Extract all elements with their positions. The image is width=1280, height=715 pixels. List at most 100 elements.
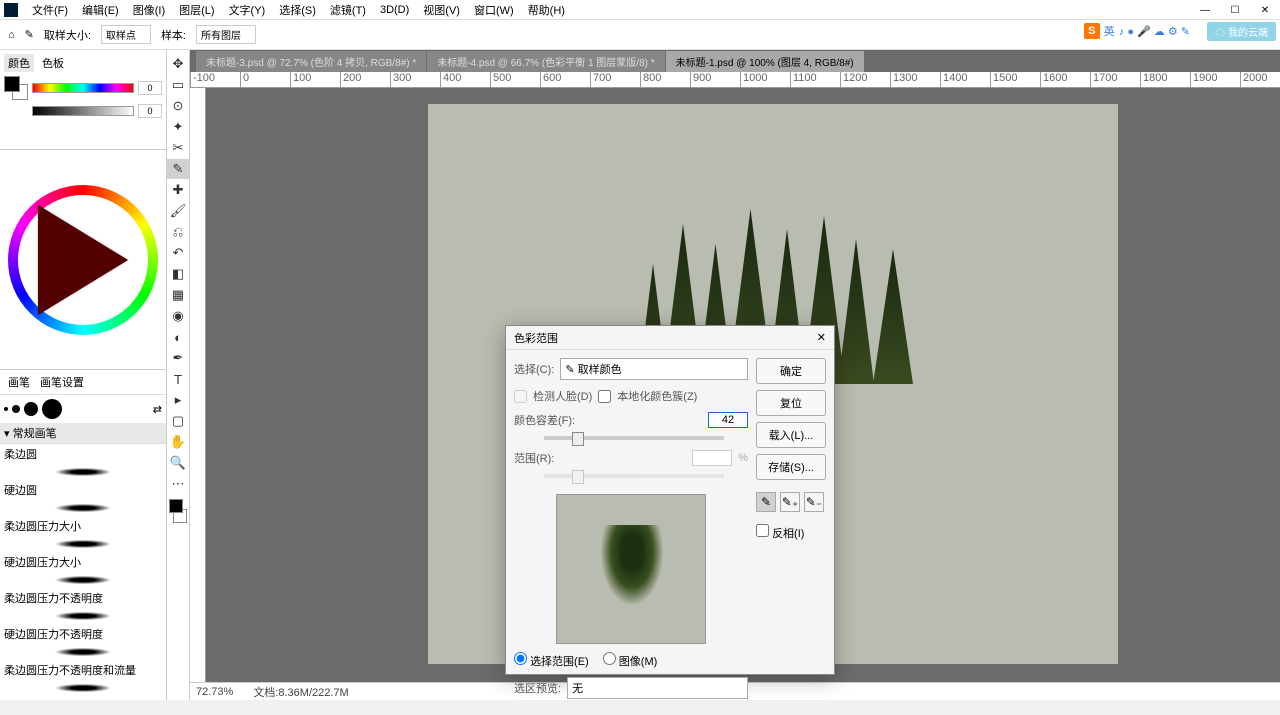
tool-strip: ✥ ▭ ⊙ ✦ ✂ ✎ ✚ 🖌 ⎌ ↶ ◧ ▦ ◉ ◐ ✒ T ▸ ▢ ✋ 🔍 … <box>167 50 190 700</box>
tab-brush-settings[interactable]: 画笔设置 <box>36 372 88 392</box>
invert-check[interactable]: 反相(I) <box>756 524 826 541</box>
tab-swatches[interactable]: 色板 <box>38 54 68 72</box>
doc-tab[interactable]: 未标题-1.psd @ 100% (图层 4, RGB/8#) <box>666 51 864 72</box>
path-select-tool[interactable]: ▸ <box>167 390 189 410</box>
brush-item[interactable]: 硬边圆压力不透明度和流量 <box>0 696 166 700</box>
menu-layer[interactable]: 图层(L) <box>173 0 220 20</box>
maximize-button[interactable]: ☐ <box>1220 0 1250 20</box>
document-tabs: 未标题-3.psd @ 72.7% (色阶 4 拷贝, RGB/8#) * 未标… <box>190 50 1280 72</box>
window-controls: — ☐ ✕ <box>1190 0 1280 20</box>
tab-brush[interactable]: 画笔 <box>4 372 34 392</box>
menu-type[interactable]: 文字(Y) <box>223 0 272 20</box>
select-dropdown[interactable]: ✎ 取样颜色 <box>560 358 748 380</box>
doc-tab[interactable]: 未标题-4.psd @ 66.7% (色彩平衡 1 图层蒙版/8) * <box>427 51 664 72</box>
sample-select[interactable]: 所有图层 <box>196 25 256 44</box>
color-panel: 颜色 色板 <box>0 50 166 150</box>
preview-image[interactable] <box>556 494 706 644</box>
hue-value[interactable] <box>138 81 162 95</box>
eyedropper-minus-icon[interactable]: ✎₋ <box>804 492 824 512</box>
ime-lang[interactable]: 英 <box>1104 23 1115 39</box>
menu-image[interactable]: 图像(I) <box>127 0 171 20</box>
brush-tool[interactable]: 🖌 <box>167 201 189 221</box>
menu-edit[interactable]: 编辑(E) <box>76 0 125 20</box>
close-button[interactable]: ✕ <box>1250 0 1280 20</box>
ime-icons[interactable]: ♪ ● 🎤 ☁ ⚙ ✎ <box>1119 25 1190 38</box>
menu-help[interactable]: 帮助(H) <box>522 0 571 20</box>
gradient-tool[interactable]: ▦ <box>167 285 189 305</box>
brightness-slider[interactable] <box>32 106 134 116</box>
color-wheel-panel[interactable] <box>0 150 166 370</box>
healing-tool[interactable]: ✚ <box>167 180 189 200</box>
marquee-tool[interactable]: ▭ <box>167 75 189 95</box>
brush-item[interactable]: 硬边圆压力大小 <box>0 552 166 572</box>
brush-list[interactable]: ▾ 常规画笔 柔边圆硬边圆柔边圆压力大小硬边圆压力大小柔边圆压力不透明度硬边圆压… <box>0 423 166 700</box>
brush-item[interactable]: 硬边圆 <box>0 480 166 500</box>
zoom-tool[interactable]: 🔍 <box>167 453 189 473</box>
fuzziness-slider[interactable] <box>544 436 724 440</box>
zoom-level[interactable]: 72.73% <box>196 686 233 698</box>
brush-item[interactable]: 柔边圆压力大小 <box>0 516 166 536</box>
move-tool[interactable]: ✥ <box>167 54 189 74</box>
brush-item[interactable]: 柔边圆压力不透明度 <box>0 588 166 608</box>
lasso-tool[interactable]: ⊙ <box>167 96 189 116</box>
stamp-tool[interactable]: ⎌ <box>167 222 189 242</box>
detect-faces-label: 检测人脸(D) <box>533 388 592 404</box>
sample-size-select[interactable]: 取样点 <box>101 25 151 44</box>
eyedropper-icon[interactable]: ✎ <box>756 492 776 512</box>
edit-toolbar[interactable]: ⋯ <box>167 474 189 494</box>
ruler-horizontal: -100010020030040050060070080090010001100… <box>190 72 1280 88</box>
brush-group[interactable]: ▾ 常规画笔 <box>0 423 166 444</box>
brush-flip-icon[interactable]: ⇄ <box>153 403 162 416</box>
left-panels: 颜色 色板 画笔 画笔设置 <box>0 50 167 700</box>
load-button[interactable]: 载入(L)... <box>756 422 826 448</box>
radio-selection[interactable]: 选择范围(E) <box>514 652 589 669</box>
menu-3d[interactable]: 3D(D) <box>374 2 415 18</box>
brush-panel: 画笔 画笔设置 ⇄ ▾ 常规画笔 柔边圆硬边圆柔边圆压力大小硬边圆压力大小柔边圆… <box>0 370 166 700</box>
select-label: 选择(C): <box>514 361 554 377</box>
shape-tool[interactable]: ▢ <box>167 411 189 431</box>
eyedropper-tool[interactable]: ✎ <box>167 159 189 179</box>
tab-color[interactable]: 颜色 <box>4 54 34 72</box>
eraser-tool[interactable]: ◧ <box>167 264 189 284</box>
menu-file[interactable]: 文件(F) <box>26 0 74 20</box>
brush-item[interactable]: 柔边圆 <box>0 444 166 464</box>
ok-button[interactable]: 确定 <box>756 358 826 384</box>
eyedropper-plus-icon[interactable]: ✎₊ <box>780 492 800 512</box>
brightness-value[interactable] <box>138 104 162 118</box>
hand-tool[interactable]: ✋ <box>167 432 189 452</box>
pen-tool[interactable]: ✒ <box>167 348 189 368</box>
cancel-button[interactable]: 复位 <box>756 390 826 416</box>
hue-slider[interactable] <box>32 83 134 93</box>
crop-tool[interactable]: ✂ <box>167 138 189 158</box>
minimize-button[interactable]: — <box>1190 0 1220 20</box>
dialog-close-icon[interactable]: ✕ <box>817 331 826 344</box>
history-brush-tool[interactable]: ↶ <box>167 243 189 263</box>
localize-label: 本地化颜色簇(Z) <box>617 388 697 404</box>
radio-image[interactable]: 图像(M) <box>603 652 658 669</box>
menu-filter[interactable]: 滤镜(T) <box>324 0 372 20</box>
home-icon[interactable]: ⌂ <box>8 29 15 41</box>
localize-check[interactable] <box>598 390 611 403</box>
magic-wand-tool[interactable]: ✦ <box>167 117 189 137</box>
brush-item[interactable]: 柔边圆压力不透明度和流量 <box>0 660 166 680</box>
doc-tab[interactable]: 未标题-3.psd @ 72.7% (色阶 4 拷贝, RGB/8#) * <box>196 51 426 72</box>
blur-tool[interactable]: ◉ <box>167 306 189 326</box>
tool-fg-bg[interactable] <box>167 499 189 525</box>
brush-item[interactable]: 硬边圆压力不透明度 <box>0 624 166 644</box>
dodge-tool[interactable]: ◐ <box>167 327 189 347</box>
dialog-title: 色彩范围 <box>514 330 558 346</box>
brush-size-preview: ⇄ <box>0 395 166 423</box>
menu-view[interactable]: 视图(V) <box>417 0 466 20</box>
sogou-logo-icon[interactable]: S <box>1084 23 1100 39</box>
save-button[interactable]: 存储(S)... <box>756 454 826 480</box>
menu-select[interactable]: 选择(S) <box>273 0 322 20</box>
cloud-button[interactable]: ☁ 我的云端 <box>1207 22 1276 41</box>
ime-bar: S 英 ♪ ● 🎤 ☁ ⚙ ✎ <box>1084 22 1190 40</box>
preview-dropdown[interactable]: 无 <box>567 677 748 699</box>
fg-bg-swatch[interactable] <box>4 76 28 100</box>
range-input <box>692 450 732 466</box>
menu-window[interactable]: 窗口(W) <box>468 0 520 20</box>
fuzziness-input[interactable] <box>708 412 748 428</box>
type-tool[interactable]: T <box>167 369 189 389</box>
eyedropper-tool-icon: ✎ <box>25 28 34 41</box>
